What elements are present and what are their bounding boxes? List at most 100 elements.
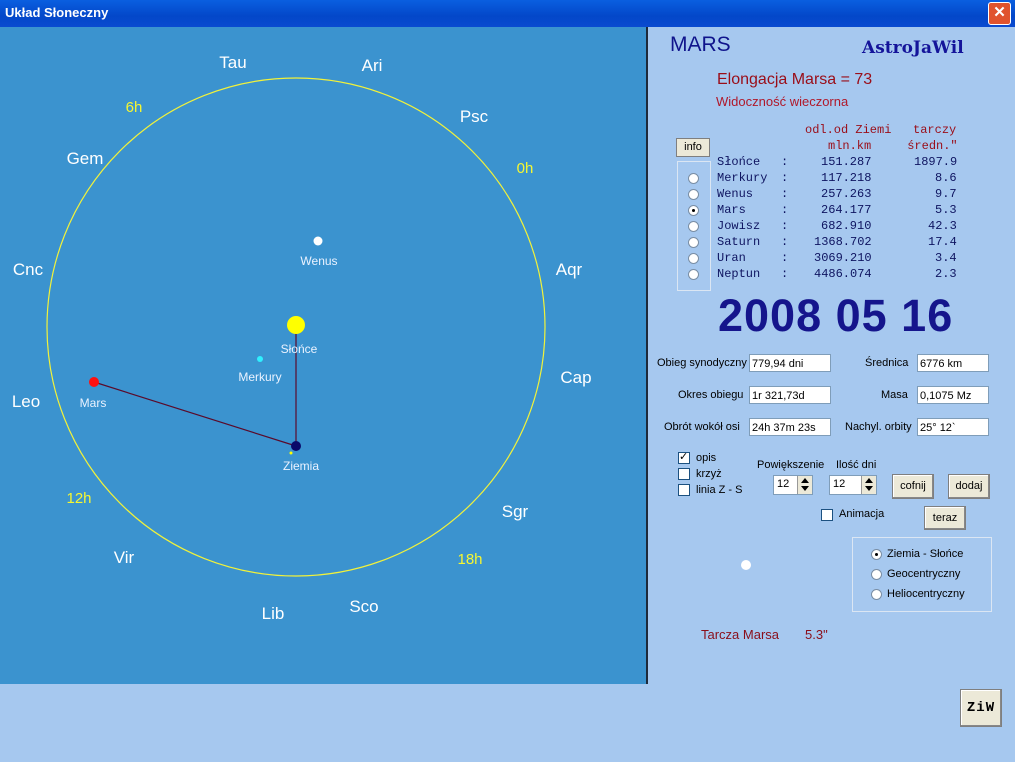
row-dist: 4486.074 [814, 267, 872, 281]
mars-line [93, 381, 297, 447]
animacja-label: Animacja [839, 508, 885, 520]
opis-checkbox[interactable] [678, 450, 690, 464]
radio-mars[interactable] [688, 205, 699, 216]
zodiac-vir: Vir [114, 548, 135, 567]
zoom-arrows[interactable] [797, 476, 812, 494]
row-disk: 2.3 [935, 267, 957, 281]
radio-merkury[interactable] [688, 173, 699, 184]
row-dist: 1368.702 [814, 235, 872, 249]
linia-label: linia Z - S [696, 484, 743, 496]
moon-dot [289, 451, 293, 455]
solar-system-view[interactable]: Tau Ari Psc Aqr Cap Sgr Sco Lib Vir Leo … [0, 27, 646, 684]
arrow-up-icon [865, 478, 873, 483]
radio-geocentryczny[interactable] [871, 569, 882, 580]
obieg-field[interactable]: 779,94 dni [749, 354, 831, 372]
row-name: Wenus [717, 187, 754, 201]
ziemia-dot [291, 441, 301, 451]
hour-12h: 12h [66, 490, 91, 507]
days-value: 12 [833, 478, 846, 490]
days-arrows[interactable] [861, 476, 876, 494]
zodiac-cap: Cap [560, 368, 591, 387]
zodiac-lib: Lib [262, 604, 285, 623]
masa-label: Masa [881, 389, 908, 401]
sun-dot [287, 316, 305, 334]
planet-radio-group [677, 161, 711, 291]
row-name: Słońce [717, 155, 761, 169]
days-label: Ilość dni [836, 459, 877, 471]
row-name: Neptun [717, 267, 761, 281]
ziw-button[interactable]: ZiW [960, 689, 1002, 727]
zodiac-sco: Sco [349, 597, 378, 616]
radio-ziemia-slonce[interactable] [871, 549, 882, 560]
view-ziemia-slonce-label: Ziemia - Słońce [887, 548, 964, 560]
zodiac-psc: Psc [460, 107, 489, 126]
row-sep: : [781, 251, 789, 265]
label-mars: Mars [80, 396, 107, 410]
zodiac-cnc: Cnc [13, 260, 44, 279]
radio-jowisz[interactable] [688, 221, 699, 232]
radio-uran[interactable] [688, 253, 699, 264]
row-disk: 3.4 [935, 251, 957, 265]
mars-dot [89, 377, 99, 387]
radio-neptun[interactable] [688, 269, 699, 280]
row-dist: 264.177 [821, 203, 872, 217]
zodiac-ari: Ari [362, 56, 383, 75]
close-icon: ✕ [993, 4, 1006, 21]
row-sep: : [781, 267, 789, 281]
row-sep: : [781, 187, 789, 201]
zoom-value: 12 [777, 478, 790, 490]
teraz-button[interactable]: teraz [924, 506, 966, 530]
srednica-field[interactable]: 6776 km [917, 354, 989, 372]
srednica-label: Średnica [865, 357, 909, 369]
dodaj-button[interactable]: dodaj [948, 474, 990, 499]
zodiac-leo: Leo [12, 392, 40, 411]
label-slonce: Słońce [281, 342, 318, 356]
row-disk: 5.3 [935, 203, 957, 217]
obrot-label: Obrót wokół osi [664, 421, 740, 433]
close-button[interactable]: ✕ [988, 2, 1011, 25]
arrow-down-icon [865, 486, 873, 491]
wenus-dot [313, 236, 323, 246]
zoom-stepper[interactable]: 12 [773, 475, 813, 495]
nachyl-label: Nachyl. orbity [845, 421, 912, 433]
sky-canvas: Tau Ari Psc Aqr Cap Sgr Sco Lib Vir Leo … [12, 53, 592, 623]
hour-18h: 18h [457, 551, 482, 568]
zodiac-aqr: Aqr [556, 260, 583, 279]
arrow-down-icon [801, 486, 809, 491]
okres-field[interactable]: 1r 321,73d [749, 386, 831, 404]
cofnij-button[interactable]: cofnij [892, 474, 934, 499]
row-name: Saturn [717, 235, 761, 249]
view-mode-group: Ziemia - Słońce Geocentryczny Heliocentr… [852, 537, 992, 612]
label-ziemia: Ziemia [283, 459, 319, 473]
animacja-checkbox[interactable] [821, 509, 833, 521]
planet-disk-icon [741, 560, 751, 570]
radio-saturn[interactable] [688, 237, 699, 248]
view-geocentryczny-label: Geocentryczny [887, 568, 961, 580]
krzyz-checkbox[interactable] [678, 468, 690, 480]
row-name: Merkury [717, 171, 768, 185]
view-heliocentryczny-label: Heliocentryczny [887, 588, 965, 600]
table-header-1: odl.od Ziemi tarczy [805, 123, 957, 137]
elongation-text: Elongacja Marsa = 73 [717, 71, 873, 88]
masa-field[interactable]: 0,1075 Mz [917, 386, 989, 404]
obrot-field[interactable]: 24h 37m 23s [749, 418, 831, 436]
row-sep: : [781, 235, 789, 249]
radio-wenus[interactable] [688, 189, 699, 200]
label-wenus: Wenus [300, 254, 337, 268]
zoom-label: Powiększenie [757, 459, 825, 471]
nachyl-field[interactable]: 25° 12` [917, 418, 989, 436]
brand-label: AstroJaWil [862, 38, 964, 58]
arrow-up-icon [801, 478, 809, 483]
row-disk: 1897.9 [914, 155, 958, 169]
planet-title: MARS [670, 33, 731, 56]
linia-checkbox[interactable] [678, 484, 690, 496]
row-disk: 8.6 [935, 171, 957, 185]
days-stepper[interactable]: 12 [829, 475, 877, 495]
info-button[interactable]: info [676, 138, 710, 157]
row-name: Jowisz [717, 219, 761, 233]
title-bar: Układ Słoneczny ✕ [0, 0, 1015, 27]
date-display: 2008 05 16 [718, 290, 954, 341]
zodiac-gem: Gem [67, 149, 104, 168]
obieg-label: Obieg synodyczny [657, 357, 747, 369]
radio-heliocentryczny[interactable] [871, 589, 882, 600]
